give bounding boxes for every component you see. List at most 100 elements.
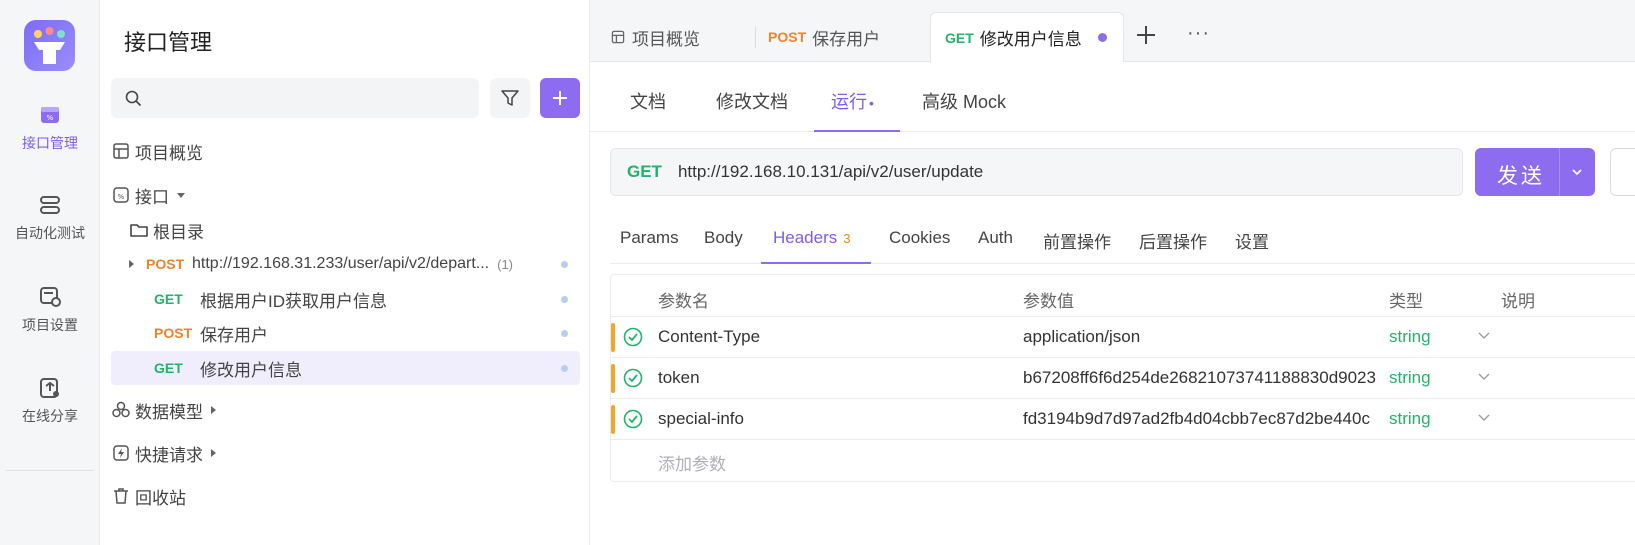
- row-marker: [611, 364, 615, 393]
- add-param-row[interactable]: 添加参数: [611, 439, 1635, 480]
- send-divider: [1559, 148, 1560, 196]
- tree-endpoint[interactable]: POST 保存用户: [111, 316, 580, 350]
- api-management-icon: %: [41, 107, 59, 123]
- endpoint-count: (1): [497, 256, 513, 272]
- subtab-underline: [814, 130, 900, 132]
- rail-item-online-share[interactable]: 在线分享: [0, 376, 100, 426]
- headers-count: 3: [843, 231, 851, 246]
- ptab-params[interactable]: Params: [620, 228, 679, 248]
- rail-item-project-settings[interactable]: 项目设置: [0, 285, 100, 335]
- subtab-run[interactable]: 运行 •: [831, 88, 874, 114]
- chevron-down-icon[interactable]: [1477, 369, 1491, 383]
- request-method[interactable]: GET: [627, 162, 662, 182]
- new-tab-icon[interactable]: [1135, 24, 1157, 46]
- table-row[interactable]: special-info fd3194b9d7d97ad2fb4d04cbb7e…: [611, 398, 1635, 439]
- app-logo[interactable]: [24, 20, 75, 71]
- status-dot: [561, 261, 568, 268]
- tree-group-data-model[interactable]: 数据模型: [111, 393, 580, 427]
- tree-item-overview[interactable]: 项目概览: [111, 134, 580, 168]
- param-value[interactable]: b67208ff6f6d254de26821073741188830d9023: [1023, 368, 1378, 388]
- online-share-icon: [40, 378, 59, 398]
- request-url-input[interactable]: http://192.168.10.131/api/v2/user/update: [678, 162, 983, 182]
- col-header-name: 参数名: [658, 292, 709, 311]
- rail-label: 项目设置: [22, 317, 78, 333]
- ptab-underline: [761, 262, 871, 264]
- method-badge: GET: [154, 291, 183, 307]
- caret-right-icon: [129, 260, 134, 268]
- ptab-post-ops[interactable]: 后置操作: [1139, 228, 1207, 253]
- subtab-docs[interactable]: 文档: [630, 88, 666, 114]
- search-input[interactable]: [111, 78, 479, 118]
- param-value[interactable]: application/json: [1023, 327, 1378, 347]
- tree-endpoint-selected[interactable]: GET 修改用户信息: [111, 351, 580, 385]
- quick-request-icon: [113, 445, 129, 461]
- svg-text:%: %: [47, 114, 54, 122]
- tab-project-overview[interactable]: 项目概览: [590, 12, 740, 62]
- check-circle-icon[interactable]: [623, 409, 643, 429]
- chevron-down-icon[interactable]: [1570, 165, 1584, 179]
- check-circle-icon[interactable]: [623, 368, 643, 388]
- add-button[interactable]: [540, 78, 580, 118]
- param-type[interactable]: string: [1389, 368, 1431, 388]
- trash-icon: [114, 488, 128, 504]
- tree-item-label: 接口: [135, 187, 169, 207]
- tree-item-recycle-bin[interactable]: 回收站: [111, 479, 580, 513]
- tree-endpoint[interactable]: GET 根据用户ID获取用户信息: [111, 282, 580, 316]
- left-rail: % 接口管理 自动化测试 项目设置 在线分享: [0, 0, 100, 545]
- subtab-label: 运行: [831, 92, 867, 112]
- param-name[interactable]: token: [658, 368, 998, 388]
- tab-save-user[interactable]: POST 保存用户: [748, 12, 898, 62]
- tree-group-api[interactable]: % 接口: [111, 178, 580, 212]
- rail-item-automation-test[interactable]: 自动化测试: [0, 193, 100, 243]
- status-dot: [561, 365, 568, 372]
- method-badge: POST: [146, 256, 185, 272]
- method-badge: GET: [945, 29, 974, 46]
- send-label: 发送: [1497, 165, 1545, 188]
- table-row[interactable]: token b67208ff6f6d254de26821073741188830…: [611, 357, 1635, 398]
- ptab-label: Headers: [773, 228, 838, 247]
- tab-label: 修改用户信息: [979, 30, 1082, 49]
- ptab-auth[interactable]: Auth: [978, 228, 1013, 248]
- param-type[interactable]: string: [1389, 409, 1431, 429]
- rail-item-api-management[interactable]: % 接口管理: [0, 103, 100, 153]
- subtab-advanced-mock[interactable]: 高级 Mock: [922, 88, 1006, 114]
- chevron-down-icon[interactable]: [1477, 328, 1491, 342]
- add-param-input[interactable]: 添加参数: [658, 450, 726, 475]
- unsaved-dot: [1097, 33, 1107, 42]
- table-row[interactable]: Content-Type application/json string: [611, 316, 1635, 357]
- send-button[interactable]: 发送: [1475, 148, 1595, 196]
- more-icon[interactable]: ···: [1187, 22, 1210, 45]
- tab-update-user-info[interactable]: GET 修改用户信息: [930, 12, 1124, 62]
- tree-group-quick-request[interactable]: 快捷请求: [111, 436, 580, 470]
- param-type[interactable]: string: [1389, 327, 1431, 347]
- row-marker: [611, 323, 615, 352]
- subtab-edit-docs[interactable]: 修改文档: [716, 88, 788, 114]
- search-icon: [125, 90, 142, 107]
- doc-subtabs: 文档 修改文档 运行 • 高级 Mock: [590, 62, 1635, 132]
- caret-down-icon: [177, 192, 185, 198]
- editor-tabs: 项目概览 POST 保存用户 GET 修改用户信息 ···: [590, 0, 1635, 62]
- ptab-pre-ops[interactable]: 前置操作: [1043, 228, 1111, 253]
- overview-icon: [113, 143, 129, 159]
- endpoint-name: 根据用户ID获取用户信息: [200, 291, 387, 311]
- tree-endpoint[interactable]: POST http://192.168.31.233/user/api/v2/d…: [111, 247, 580, 281]
- param-name[interactable]: special-info: [658, 409, 998, 429]
- filter-button[interactable]: [490, 78, 530, 118]
- chevron-down-icon[interactable]: [1477, 410, 1491, 424]
- col-header-type: 类型: [1389, 292, 1423, 311]
- ptab-settings[interactable]: 设置: [1235, 228, 1269, 253]
- api-folder-icon: %: [113, 187, 129, 203]
- plus-icon: [553, 91, 567, 105]
- ptab-cookies[interactable]: Cookies: [889, 228, 950, 248]
- param-value[interactable]: fd3194b9d7d97ad2fb4d04cbb7ec87d2be440c: [1023, 409, 1378, 429]
- request-url-bar[interactable]: GET http://192.168.10.131/api/v2/user/up…: [610, 148, 1463, 196]
- tree-item-label: 项目概览: [135, 143, 203, 163]
- ptab-body[interactable]: Body: [704, 228, 743, 248]
- check-circle-icon[interactable]: [623, 327, 643, 347]
- endpoint-name: 修改用户信息: [200, 360, 302, 380]
- param-name[interactable]: Content-Type: [658, 327, 998, 347]
- rail-divider: [6, 470, 94, 471]
- ptab-headers[interactable]: Headers 3: [773, 228, 851, 248]
- tree-item-root-dir[interactable]: 根目录: [129, 213, 580, 247]
- save-button[interactable]: [1610, 148, 1635, 196]
